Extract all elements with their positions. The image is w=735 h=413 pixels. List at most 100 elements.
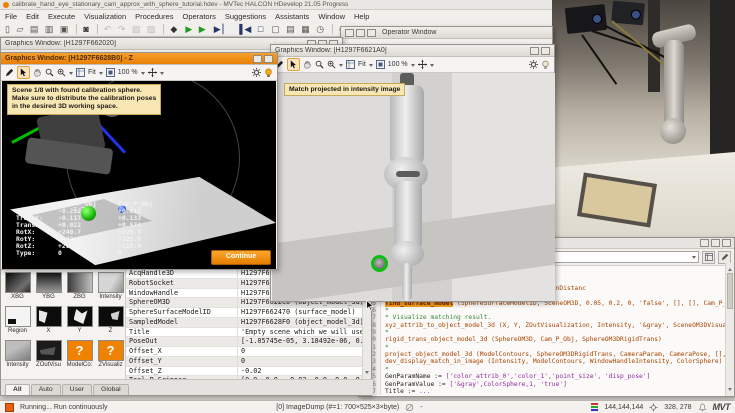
image-thumbnail[interactable]: [4, 272, 31, 293]
program-doc-icons[interactable]: ▢ ▤ ▦ ◷: [271, 24, 326, 35]
undo-redo-copy-icons[interactable]: ↶ ↷ ▧ ▨: [104, 24, 158, 35]
code-vertical-scrollbar[interactable]: [725, 263, 734, 396]
chevron-down-icon[interactable]: [368, 63, 373, 69]
pin-icon[interactable]: [700, 239, 709, 247]
undefined-thumbnail[interactable]: ?: [66, 340, 93, 361]
procedure-grid-button[interactable]: [702, 250, 715, 264]
close-icon[interactable]: [541, 46, 550, 55]
close-icon[interactable]: [722, 239, 731, 247]
chevron-down-icon[interactable]: [429, 63, 434, 69]
zoom-100-icon[interactable]: [375, 60, 385, 69]
iconic-variable[interactable]: ? ZVisualiz: [96, 340, 125, 373]
menu-suggestions[interactable]: Suggestions: [225, 12, 266, 21]
intensity-image-view[interactable]: Match projected in intensity image: [272, 73, 555, 301]
acquisition-camera-icon[interactable]: ◙: [83, 24, 90, 34]
iconic-variable[interactable]: Intensity: [3, 340, 32, 373]
menu-help[interactable]: Help: [354, 12, 369, 21]
scroll-down-icon[interactable]: [365, 371, 369, 376]
table-row[interactable]: Offset_Z -0.02: [126, 366, 364, 377]
chevron-down-icon[interactable]: [159, 71, 164, 77]
pointer-tool-selected[interactable]: [287, 58, 300, 71]
chevron-down-icon[interactable]: [98, 71, 103, 77]
chevron-down-icon[interactable]: [692, 256, 696, 261]
autopilot-icon[interactable]: ◆: [170, 24, 179, 35]
lightbulb-lit-icon[interactable]: [264, 68, 273, 78]
iconic-variable[interactable]: Intensity: [96, 272, 125, 305]
iconic-variable[interactable]: ZOutVisu: [34, 340, 63, 373]
draw-pen-icon[interactable]: [5, 68, 14, 77]
maximize-icon[interactable]: [530, 46, 539, 55]
step-stop-buttons-icon[interactable]: ▶▏ ▐◀ □: [214, 24, 266, 35]
pointer-tool-selected[interactable]: [17, 66, 30, 79]
pose-3d-view[interactable]: Scene 1/8 with found calibration sphere.…: [2, 81, 276, 269]
fit-label[interactable]: Fit: [358, 61, 366, 68]
move-transform-icon[interactable]: [147, 68, 157, 77]
menu-window[interactable]: Window: [318, 12, 345, 21]
move-transform-icon[interactable]: [417, 60, 427, 69]
pan-hand-icon[interactable]: [33, 68, 42, 77]
table-row[interactable]: Offset_X 0: [126, 347, 364, 357]
menu-visualization[interactable]: Visualization: [84, 12, 126, 21]
table-row[interactable]: Offset_Y 0: [126, 356, 364, 367]
iconic-variable[interactable]: Region: [3, 306, 32, 339]
image-thumbnail[interactable]: [35, 306, 62, 327]
zoom-level-label[interactable]: 100 %: [388, 61, 408, 68]
menu-edit[interactable]: Edit: [26, 12, 39, 21]
maximize-icon[interactable]: [356, 28, 365, 37]
menu-file[interactable]: File: [5, 12, 17, 21]
pan-hand-icon[interactable]: [303, 60, 312, 69]
scroll-down-icon[interactable]: [728, 388, 732, 393]
iconic-variable[interactable]: X: [34, 306, 63, 339]
zoom-icon[interactable]: [45, 68, 54, 77]
chevron-down-icon[interactable]: [339, 63, 343, 69]
gear-icon[interactable]: [252, 68, 261, 77]
menu-operators[interactable]: Operators: [182, 12, 215, 21]
menu-assistants[interactable]: Assistants: [275, 12, 309, 21]
file-buttons-icon[interactable]: ▯ ▱ ▤ ▥ ▣: [5, 24, 70, 35]
image-thumbnail[interactable]: [66, 306, 93, 327]
close-icon[interactable]: [264, 54, 273, 63]
operator-window-titlebar[interactable]: Operator Window: [341, 27, 552, 39]
menu-procedures[interactable]: Procedures: [135, 12, 173, 21]
zoom-step-icon[interactable]: [327, 60, 336, 69]
table-row[interactable]: SphereSurfaceModelID H1297F662470 (surfac…: [126, 308, 364, 318]
close-icon[interactable]: [367, 28, 376, 37]
scroll-up-icon[interactable]: [728, 266, 732, 271]
iconic-variable[interactable]: Z: [96, 306, 125, 339]
graphics-window-6621A0-titlebar[interactable]: Graphics Window: [H1297F6621A0]: [271, 45, 554, 57]
chevron-down-icon[interactable]: [410, 63, 415, 69]
iconic-variable[interactable]: XBG: [3, 272, 32, 305]
iconic-variable[interactable]: ? ModelCo:: [65, 340, 94, 373]
tab-global[interactable]: Global: [93, 384, 129, 395]
run-buttons-icon[interactable]: ▶ ▶: [185, 24, 207, 35]
undefined-thumbnail[interactable]: ?: [97, 340, 124, 361]
maximize-icon[interactable]: [711, 239, 720, 247]
image-thumbnail[interactable]: [35, 340, 62, 361]
fit-label[interactable]: Fit: [88, 69, 96, 76]
chevron-down-icon[interactable]: [140, 71, 145, 77]
table-row[interactable]: SampledModel H1297F6628F0 (object_model_3…: [126, 317, 364, 328]
iconic-variable[interactable]: ZBG: [65, 272, 94, 305]
table-row[interactable]: Title'Empty scene which we will use to f…: [126, 327, 364, 338]
fit-window-icon[interactable]: [76, 68, 85, 77]
table-row[interactable]: PoseOut[-1.05745e-05, 3.18492e-06, 0.865…: [126, 337, 364, 347]
lightbulb-icon[interactable]: [541, 60, 550, 70]
zoom-step-icon[interactable]: [57, 68, 66, 77]
image-thumbnail[interactable]: [35, 272, 62, 293]
procedure-edit-button[interactable]: [718, 250, 731, 264]
image-thumbnail[interactable]: [4, 340, 31, 361]
menu-execute[interactable]: Execute: [48, 12, 75, 21]
region-thumbnail[interactable]: [4, 306, 31, 327]
image-thumbnail[interactable]: [66, 272, 93, 293]
zoom-icon[interactable]: [315, 60, 324, 69]
tab-all[interactable]: All: [5, 384, 30, 395]
zoom-level-label[interactable]: 100 %: [118, 69, 138, 76]
continue-button[interactable]: Continue: [211, 250, 271, 265]
iconic-variable[interactable]: Y: [65, 306, 94, 339]
chevron-down-icon[interactable]: [69, 71, 73, 77]
iconic-variable[interactable]: YBG: [34, 272, 63, 305]
pin-icon[interactable]: [345, 28, 354, 37]
fit-window-icon[interactable]: [346, 60, 355, 69]
tab-user[interactable]: User: [61, 384, 93, 395]
image-thumbnail[interactable]: [97, 272, 124, 293]
